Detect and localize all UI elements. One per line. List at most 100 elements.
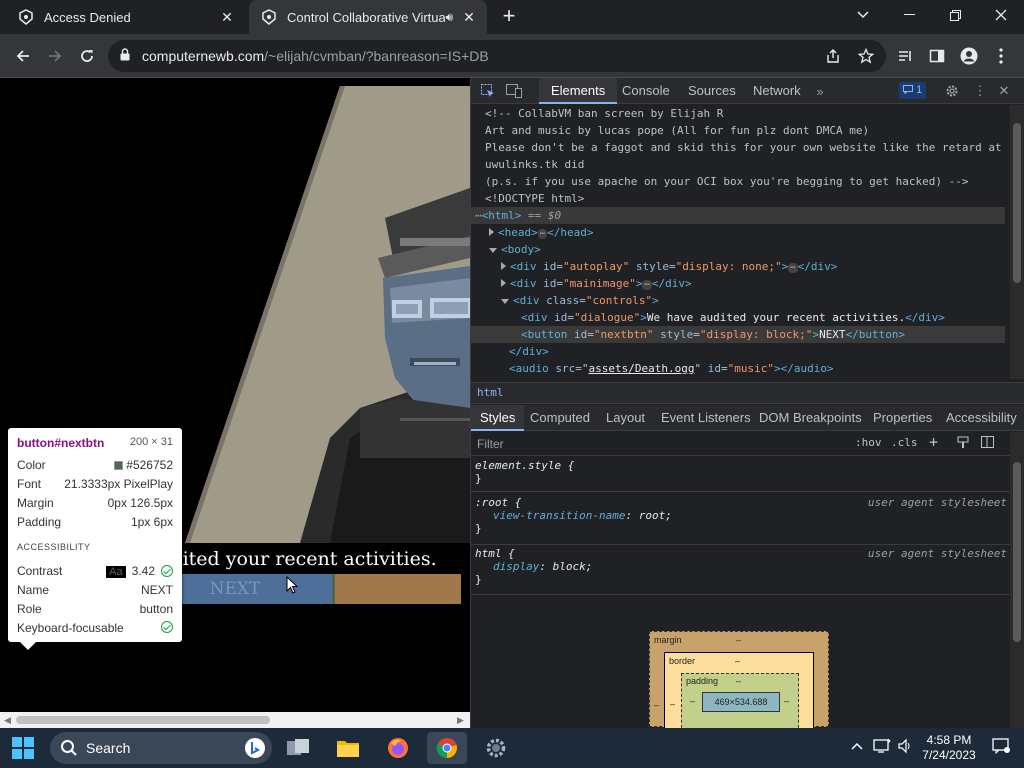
new-style-rule-icon[interactable]: + <box>929 433 938 451</box>
settings-gear-taskbar-icon[interactable] <box>476 732 516 764</box>
dom-mainimage-node[interactable]: <div id="mainimage"> ⋯ </div> <box>501 275 692 292</box>
rule-property[interactable]: display: block; <box>475 560 1007 573</box>
tab-search-chevron-icon[interactable] <box>840 0 886 30</box>
box-model-border-left-value[interactable]: – <box>670 699 675 709</box>
box-model-margin-left-value[interactable]: – <box>654 700 659 710</box>
dom-controls-node[interactable]: <div class="controls"> <box>501 292 659 309</box>
page-horizontal-scrollbar[interactable]: ◀ ▶ <box>0 712 470 728</box>
dom-html-node[interactable]: ⋯<html> == $0 <box>471 207 1005 224</box>
taskbar-search[interactable]: Search <box>50 732 272 764</box>
scroll-right-arrow-icon[interactable]: ▶ <box>457 715 464 726</box>
side-panel-icon[interactable] <box>922 41 952 71</box>
scrollbar-thumb[interactable] <box>1013 462 1021 642</box>
tray-chevron-up-icon[interactable] <box>851 738 863 753</box>
dom-comment-line[interactable]: (p.s. if you use apache on your OCI box … <box>485 173 968 190</box>
more-tabs-chevron-icon[interactable]: » <box>811 82 829 100</box>
share-icon[interactable] <box>818 41 848 71</box>
subtab-styles[interactable]: Styles <box>471 405 525 431</box>
subtab-accessibility[interactable]: Accessibility <box>946 405 1017 431</box>
box-model-border-value[interactable]: – <box>735 656 740 666</box>
toggle-sidebar-icon[interactable] <box>981 436 994 451</box>
bing-icon[interactable] <box>244 737 266 759</box>
cls-toggle[interactable]: .cls <box>891 436 918 449</box>
minimize-button[interactable] <box>886 0 932 30</box>
chrome-icon[interactable] <box>427 732 467 764</box>
audio-playing-icon[interactable]: 🔊︎ <box>445 10 453 25</box>
task-view-icon[interactable] <box>278 732 318 764</box>
network-icon[interactable] <box>873 738 891 757</box>
back-button[interactable] <box>8 41 38 71</box>
box-model-content[interactable]: 469×534.688 <box>702 692 780 712</box>
close-window-button[interactable] <box>978 0 1024 30</box>
styles-filter-input[interactable]: Filter <box>477 436 837 452</box>
style-rule-root[interactable]: :root { user agent stylesheet view-trans… <box>475 496 1007 535</box>
scrollbar-thumb[interactable] <box>16 716 270 724</box>
dom-audio-node[interactable]: <audio src="assets/Death.ogg" id="music"… <box>509 360 834 377</box>
reload-button[interactable] <box>72 41 102 71</box>
rule-property[interactable]: view-transition-name: root; <box>475 509 1007 522</box>
inspect-element-icon[interactable] <box>479 82 497 100</box>
expand-triangle-icon[interactable] <box>489 228 494 236</box>
subtab-dom-breakpoints[interactable]: DOM Breakpoints <box>759 405 862 431</box>
restore-button[interactable] <box>932 0 978 30</box>
paint-brush-icon[interactable] <box>957 436 969 452</box>
dom-scrollbar[interactable] <box>1010 105 1024 379</box>
subtab-layout[interactable]: Layout <box>606 405 645 431</box>
subtab-properties[interactable]: Properties <box>873 405 932 431</box>
address-bar[interactable]: computernewb.com/~elijah/cvmban/?banreas… <box>108 40 886 72</box>
start-windows-icon[interactable] <box>12 737 34 759</box>
styles-scrollbar[interactable] <box>1010 432 1024 728</box>
style-rule-html[interactable]: html { user agent stylesheet display: bl… <box>475 547 1007 586</box>
dom-comment-line[interactable]: <!-- CollabVM ban screen by Elijah R <box>485 105 723 122</box>
firefox-icon[interactable] <box>378 732 418 764</box>
dom-comment-line[interactable]: uwulinks.tk did <box>485 156 584 173</box>
dom-dialogue-node[interactable]: <div id="dialogue">We have audited your … <box>521 309 945 326</box>
scrollbar-thumb[interactable] <box>1013 123 1021 283</box>
devtools-close-icon[interactable]: ✕ <box>995 82 1013 100</box>
expand-triangle-icon[interactable] <box>501 262 506 270</box>
devtools-tab-console[interactable]: Console <box>622 78 670 104</box>
dom-doctype-line[interactable]: <!DOCTYPE html> <box>485 190 584 207</box>
profile-avatar-icon[interactable] <box>954 41 984 71</box>
scroll-left-arrow-icon[interactable]: ◀ <box>4 715 11 726</box>
tab-close-icon[interactable]: ✕ <box>459 7 479 27</box>
tab-control-collaborative[interactable]: Control Collaborative Virtual 🔊︎ ✕ <box>249 0 487 34</box>
device-toolbar-icon[interactable] <box>505 82 523 100</box>
bookmark-star-icon[interactable] <box>851 41 881 71</box>
box-model-padding-left-value[interactable]: – <box>690 696 695 706</box>
devtools-tab-elements[interactable]: Elements <box>539 78 618 104</box>
subtab-computed[interactable]: Computed <box>530 405 590 431</box>
dom-attr-link[interactable]: assets/Death.ogg <box>589 362 695 375</box>
dom-div-close[interactable]: </div> <box>509 343 549 360</box>
box-model-padding-value[interactable]: – <box>736 676 741 686</box>
devtools-tab-network[interactable]: Network <box>753 78 801 104</box>
dom-comment-line[interactable]: Art and music by lucas pope (All for fun… <box>485 122 869 139</box>
dom-head-node[interactable]: <head> ⋯ </head> <box>489 224 594 241</box>
dom-ellipsis[interactable]: ⋯ <box>788 263 798 273</box>
subtab-event-listeners[interactable]: Event Listeners <box>661 405 751 431</box>
reading-list-icon[interactable] <box>890 41 920 71</box>
new-tab-button[interactable]: + <box>496 5 522 29</box>
expand-triangle-icon[interactable] <box>501 279 506 287</box>
devtools-tab-sources[interactable]: Sources <box>688 78 736 104</box>
issues-badge[interactable]: 1 <box>899 82 927 99</box>
box-model-padding-right-value[interactable]: – <box>784 696 789 706</box>
dom-body-node[interactable]: <body> <box>489 241 541 258</box>
dom-ellipsis[interactable]: ⋯ <box>537 229 548 239</box>
tab-access-denied[interactable]: Access Denied ✕ <box>0 0 245 34</box>
hov-toggle[interactable]: :hov <box>855 436 882 449</box>
forward-button[interactable] <box>40 41 70 71</box>
volume-icon[interactable] <box>897 738 913 757</box>
collapse-triangle-icon[interactable] <box>501 299 509 304</box>
collapse-triangle-icon[interactable] <box>489 248 497 253</box>
dom-nextbtn-node[interactable]: <button id="nextbtn" style="display: blo… <box>471 326 1005 343</box>
file-explorer-icon[interactable] <box>328 732 368 764</box>
tab-close-icon[interactable]: ✕ <box>217 7 237 27</box>
dom-autoplay-node[interactable]: <div id="autoplay" style="display: none;… <box>501 258 837 275</box>
settings-gear-icon[interactable] <box>943 82 961 100</box>
lock-icon[interactable] <box>120 48 134 64</box>
dom-ellipsis[interactable]: ⋯ <box>642 280 652 290</box>
box-model-margin-value[interactable]: – <box>736 635 741 645</box>
notifications-icon[interactable] <box>992 738 1010 757</box>
devtools-menu-kebab-icon[interactable]: ⋮ <box>971 82 989 100</box>
